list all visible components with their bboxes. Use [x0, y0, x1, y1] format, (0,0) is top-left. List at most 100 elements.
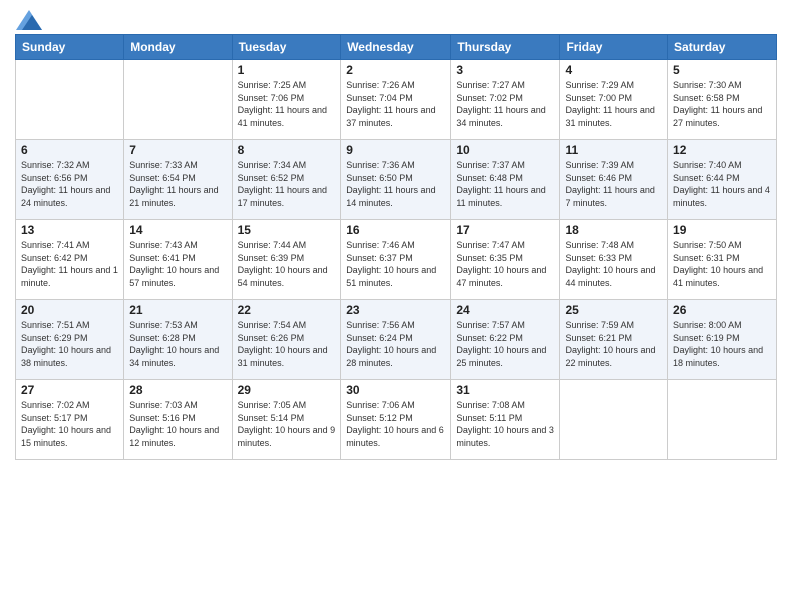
day-info: Sunrise: 7:39 AM Sunset: 6:46 PM Dayligh… [565, 159, 662, 209]
calendar-table: SundayMondayTuesdayWednesdayThursdayFrid… [15, 34, 777, 460]
day-info: Sunrise: 7:26 AM Sunset: 7:04 PM Dayligh… [346, 79, 445, 129]
day-info: Sunrise: 7:46 AM Sunset: 6:37 PM Dayligh… [346, 239, 445, 289]
day-info: Sunrise: 7:53 AM Sunset: 6:28 PM Dayligh… [129, 319, 226, 369]
calendar-cell: 26 Sunrise: 8:00 AM Sunset: 6:19 PM Dayli… [668, 300, 777, 380]
day-info: Sunrise: 7:59 AM Sunset: 6:21 PM Dayligh… [565, 319, 662, 369]
day-number: 7 [129, 143, 226, 157]
day-info: Sunrise: 7:41 AM Sunset: 6:42 PM Dayligh… [21, 239, 118, 289]
day-info: Sunrise: 7:25 AM Sunset: 7:06 PM Dayligh… [238, 79, 336, 129]
calendar-cell: 19 Sunrise: 7:50 AM Sunset: 6:31 PM Dayli… [668, 220, 777, 300]
day-info: Sunrise: 7:51 AM Sunset: 6:29 PM Dayligh… [21, 319, 118, 369]
header [15, 10, 777, 26]
calendar-cell [560, 380, 668, 460]
week-row-1: 1 Sunrise: 7:25 AM Sunset: 7:06 PM Daylig… [16, 60, 777, 140]
calendar-cell: 17 Sunrise: 7:47 AM Sunset: 6:35 PM Dayli… [451, 220, 560, 300]
day-info: Sunrise: 7:29 AM Sunset: 7:00 PM Dayligh… [565, 79, 662, 129]
day-number: 17 [456, 223, 554, 237]
day-number: 14 [129, 223, 226, 237]
calendar-cell: 30 Sunrise: 7:06 AM Sunset: 5:12 PM Dayli… [341, 380, 451, 460]
day-info: Sunrise: 7:57 AM Sunset: 6:22 PM Dayligh… [456, 319, 554, 369]
day-info: Sunrise: 7:32 AM Sunset: 6:56 PM Dayligh… [21, 159, 118, 209]
day-info: Sunrise: 7:06 AM Sunset: 5:12 PM Dayligh… [346, 399, 445, 449]
day-number: 28 [129, 383, 226, 397]
day-number: 6 [21, 143, 118, 157]
day-info: Sunrise: 7:36 AM Sunset: 6:50 PM Dayligh… [346, 159, 445, 209]
calendar-cell: 16 Sunrise: 7:46 AM Sunset: 6:37 PM Dayli… [341, 220, 451, 300]
day-number: 13 [21, 223, 118, 237]
day-number: 8 [238, 143, 336, 157]
calendar-cell: 1 Sunrise: 7:25 AM Sunset: 7:06 PM Daylig… [232, 60, 341, 140]
day-info: Sunrise: 7:37 AM Sunset: 6:48 PM Dayligh… [456, 159, 554, 209]
calendar-cell: 14Sunrise: 7:43 AM Sunset: 6:41 PM Dayli… [124, 220, 232, 300]
week-row-2: 6 Sunrise: 7:32 AM Sunset: 6:56 PM Daylig… [16, 140, 777, 220]
calendar-cell: 15 Sunrise: 7:44 AM Sunset: 6:39 PM Dayli… [232, 220, 341, 300]
column-header-tuesday: Tuesday [232, 35, 341, 60]
calendar-cell: 6 Sunrise: 7:32 AM Sunset: 6:56 PM Daylig… [16, 140, 124, 220]
calendar-cell: 24Sunrise: 7:57 AM Sunset: 6:22 PM Dayli… [451, 300, 560, 380]
day-number: 19 [673, 223, 771, 237]
calendar-cell: 13 Sunrise: 7:41 AM Sunset: 6:42 PM Dayli… [16, 220, 124, 300]
calendar-cell: 23Sunrise: 7:56 AM Sunset: 6:24 PM Dayli… [341, 300, 451, 380]
day-number: 20 [21, 303, 118, 317]
day-number: 5 [673, 63, 771, 77]
day-number: 11 [565, 143, 662, 157]
column-header-wednesday: Wednesday [341, 35, 451, 60]
day-info: Sunrise: 7:08 AM Sunset: 5:11 PM Dayligh… [456, 399, 554, 449]
day-number: 27 [21, 383, 118, 397]
day-number: 1 [238, 63, 336, 77]
column-header-sunday: Sunday [16, 35, 124, 60]
column-header-saturday: Saturday [668, 35, 777, 60]
week-row-5: 27 Sunrise: 7:02 AM Sunset: 5:17 PM Dayli… [16, 380, 777, 460]
calendar-cell: 7 Sunrise: 7:33 AM Sunset: 6:54 PM Daylig… [124, 140, 232, 220]
day-number: 26 [673, 303, 771, 317]
calendar-cell: 11 Sunrise: 7:39 AM Sunset: 6:46 PM Dayli… [560, 140, 668, 220]
page: SundayMondayTuesdayWednesdayThursdayFrid… [0, 0, 792, 612]
day-info: Sunrise: 7:44 AM Sunset: 6:39 PM Dayligh… [238, 239, 336, 289]
day-info: Sunrise: 7:03 AM Sunset: 5:16 PM Dayligh… [129, 399, 226, 449]
day-info: Sunrise: 7:47 AM Sunset: 6:35 PM Dayligh… [456, 239, 554, 289]
calendar-cell [124, 60, 232, 140]
calendar-cell: 29Sunrise: 7:05 AM Sunset: 5:14 PM Dayli… [232, 380, 341, 460]
day-info: Sunrise: 7:56 AM Sunset: 6:24 PM Dayligh… [346, 319, 445, 369]
day-info: Sunrise: 8:00 AM Sunset: 6:19 PM Dayligh… [673, 319, 771, 369]
logo-row [15, 10, 43, 30]
day-number: 12 [673, 143, 771, 157]
calendar-cell [668, 380, 777, 460]
calendar-cell: 2Sunrise: 7:26 AM Sunset: 7:04 PM Daylig… [341, 60, 451, 140]
day-info: Sunrise: 7:02 AM Sunset: 5:17 PM Dayligh… [21, 399, 118, 449]
day-number: 10 [456, 143, 554, 157]
column-header-thursday: Thursday [451, 35, 560, 60]
logo-container [15, 10, 43, 26]
calendar-cell: 9 Sunrise: 7:36 AM Sunset: 6:50 PM Daylig… [341, 140, 451, 220]
week-row-3: 13 Sunrise: 7:41 AM Sunset: 6:42 PM Dayli… [16, 220, 777, 300]
calendar-cell: 12 Sunrise: 7:40 AM Sunset: 6:44 PM Dayli… [668, 140, 777, 220]
day-number: 3 [456, 63, 554, 77]
calendar-cell: 3Sunrise: 7:27 AM Sunset: 7:02 PM Daylig… [451, 60, 560, 140]
day-info: Sunrise: 7:33 AM Sunset: 6:54 PM Dayligh… [129, 159, 226, 209]
day-number: 15 [238, 223, 336, 237]
day-info: Sunrise: 7:40 AM Sunset: 6:44 PM Dayligh… [673, 159, 771, 209]
day-info: Sunrise: 7:34 AM Sunset: 6:52 PM Dayligh… [238, 159, 336, 209]
logo-icon [16, 10, 42, 30]
day-info: Sunrise: 7:50 AM Sunset: 6:31 PM Dayligh… [673, 239, 771, 289]
calendar-cell: 4Sunrise: 7:29 AM Sunset: 7:00 PM Daylig… [560, 60, 668, 140]
day-number: 9 [346, 143, 445, 157]
day-info: Sunrise: 7:30 AM Sunset: 6:58 PM Dayligh… [673, 79, 771, 129]
day-number: 22 [238, 303, 336, 317]
calendar-cell: 21Sunrise: 7:53 AM Sunset: 6:28 PM Dayli… [124, 300, 232, 380]
calendar-cell [16, 60, 124, 140]
calendar-cell: 27 Sunrise: 7:02 AM Sunset: 5:17 PM Dayli… [16, 380, 124, 460]
day-number: 16 [346, 223, 445, 237]
day-number: 30 [346, 383, 445, 397]
column-header-friday: Friday [560, 35, 668, 60]
calendar-cell: 28 Sunrise: 7:03 AM Sunset: 5:16 PM Dayli… [124, 380, 232, 460]
day-number: 18 [565, 223, 662, 237]
day-info: Sunrise: 7:54 AM Sunset: 6:26 PM Dayligh… [238, 319, 336, 369]
day-info: Sunrise: 7:48 AM Sunset: 6:33 PM Dayligh… [565, 239, 662, 289]
header-row: SundayMondayTuesdayWednesdayThursdayFrid… [16, 35, 777, 60]
column-header-monday: Monday [124, 35, 232, 60]
calendar-cell: 10 Sunrise: 7:37 AM Sunset: 6:48 PM Dayli… [451, 140, 560, 220]
calendar-cell: 20 Sunrise: 7:51 AM Sunset: 6:29 PM Dayli… [16, 300, 124, 380]
calendar-cell: 18 Sunrise: 7:48 AM Sunset: 6:33 PM Dayli… [560, 220, 668, 300]
calendar-body: 1 Sunrise: 7:25 AM Sunset: 7:06 PM Daylig… [16, 60, 777, 460]
